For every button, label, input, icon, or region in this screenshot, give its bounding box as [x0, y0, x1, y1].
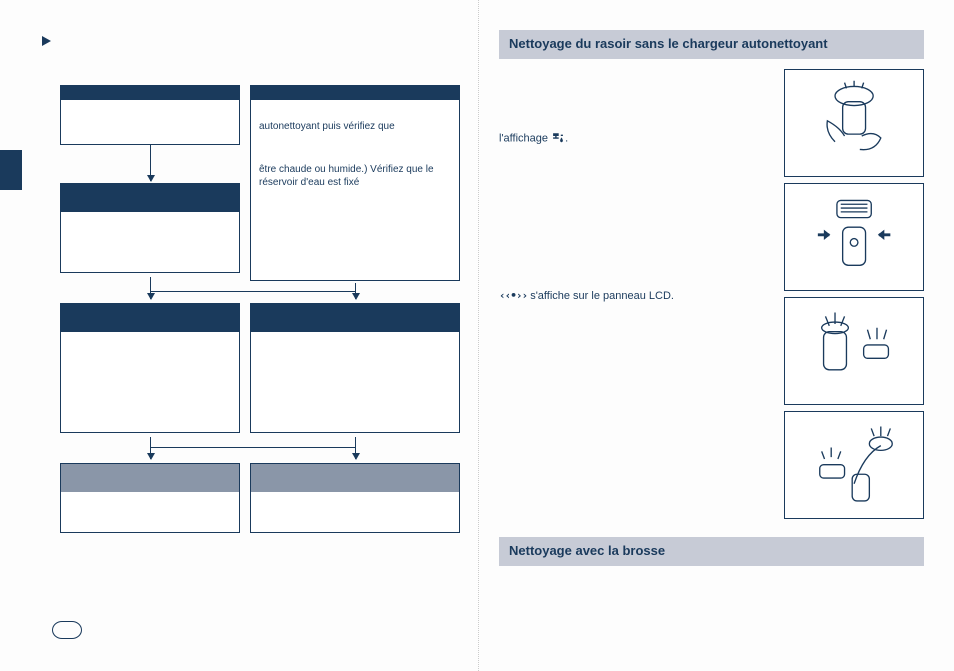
para-tap-display: l'affichage . — [499, 129, 774, 148]
flow-box-7 — [250, 463, 460, 533]
flow-box-4-body — [61, 332, 239, 432]
sonic-vibration-icon: ‹‹•›› — [499, 289, 527, 302]
tap-icon — [551, 129, 565, 148]
para-sonic-display: ‹‹•›› s'affiche sur le panneau LCD. — [499, 288, 774, 304]
flow-conn-v-right2 — [355, 437, 356, 459]
flow-conn-v-left — [150, 277, 151, 299]
flow-box-4 — [60, 303, 240, 433]
flow-box-3-body — [61, 212, 239, 272]
flow-box-5-header — [251, 304, 459, 332]
flow-arrow-1-3 — [150, 145, 151, 181]
flow-box-6-header — [61, 464, 239, 492]
illustration-3 — [784, 297, 924, 405]
flow-box-5-body — [251, 332, 459, 432]
flow-box-2-line2: être chaude ou humide.) Vérifiez que le … — [259, 163, 451, 189]
para1-prefix: l'affichage — [499, 133, 548, 145]
flow-box-1 — [60, 85, 240, 145]
heading-cleaning-with-brush: Nettoyage avec la brosse — [499, 537, 924, 566]
flow-box-7-body — [251, 492, 459, 532]
flow-box-4-header — [61, 304, 239, 332]
section-marker-triangle — [42, 36, 51, 46]
flow-box-3 — [60, 183, 240, 273]
flow-box-2-line1: autonettoyant puis vérifiez que — [259, 120, 451, 133]
right-text-column: l'affichage . ‹‹•›› s'affiche sur le pan… — [499, 69, 774, 519]
flow-box-2-header — [251, 86, 459, 100]
flow-box-7-header — [251, 464, 459, 492]
flow-box-6-body — [61, 492, 239, 532]
flow-box-6 — [60, 463, 240, 533]
flow-box-1-body — [61, 100, 239, 144]
illustration-1 — [784, 69, 924, 177]
illustration-2 — [784, 183, 924, 291]
flow-box-2: autonettoyant puis vérifiez que être cha… — [250, 85, 460, 281]
page-number — [52, 621, 82, 639]
flowchart: autonettoyant puis vérifiez que être cha… — [30, 85, 458, 605]
flow-conn-h-mid — [150, 291, 355, 292]
flow-conn-v-right — [355, 283, 356, 299]
heading-cleaning-without-charger: Nettoyage du rasoir sans le chargeur aut… — [499, 30, 924, 59]
flow-box-2-body: autonettoyant puis vérifiez que être cha… — [251, 100, 459, 280]
flow-box-3-header — [61, 184, 239, 212]
flow-box-1-header — [61, 86, 239, 100]
para2-text: s'affiche sur le panneau LCD. — [530, 290, 674, 302]
flow-box-5 — [250, 303, 460, 433]
illustration-4 — [784, 411, 924, 519]
language-side-tab — [0, 150, 22, 190]
flow-conn-v-left2 — [150, 437, 151, 459]
illustration-column — [784, 69, 924, 519]
flow-conn-h-bottom — [150, 447, 355, 448]
